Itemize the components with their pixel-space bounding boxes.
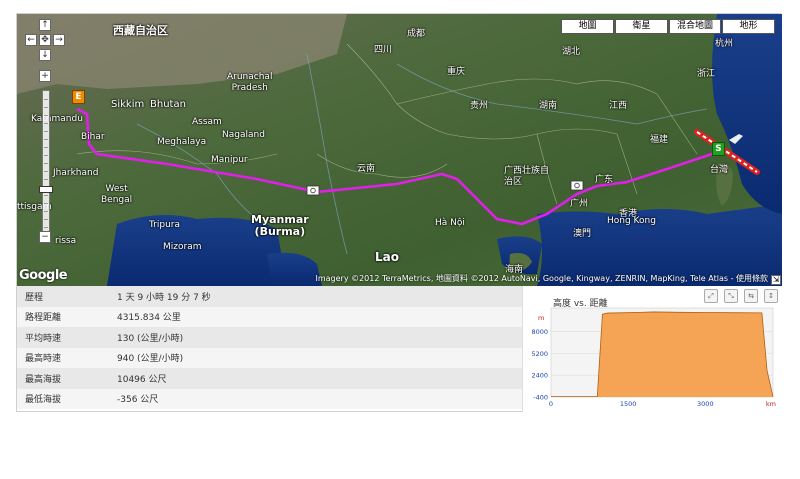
camera-marker[interactable] (306, 185, 320, 196)
stat-value: 130 (公里/小時) (117, 333, 184, 344)
map-attribution[interactable]: Imagery ©2012 TerraMetrics, 地圖資料 ©2012 A… (315, 273, 768, 284)
stat-value: 10496 公尺 (117, 374, 167, 385)
stat-label: 路程距離 (25, 313, 62, 324)
route-panel: 西藏自治区 四川 成都 重庆 贵州 湖南 湖北 江西 浙江 福建 广东 广西壮族… (16, 13, 782, 412)
elevation-chart-panel: 高度 vs. 距離 ⤢ ⤡ ⇆ ↕ -400 2400 5200 8000 0 1500 3… (522, 286, 781, 412)
stat-value: 4315.834 公里 (117, 313, 181, 324)
trip-stats-table: 歷程 1 天 9 小時 19 分 7 秒 路程距離 4315.834 公里 平均… (17, 286, 522, 411)
map-type-satellite-button[interactable]: 衛星 (615, 19, 668, 34)
y-tick-label: 2400 (531, 372, 548, 380)
map-type-hybrid-button[interactable]: 混合地圖 (669, 19, 721, 34)
elevation-chart[interactable]: -400 2400 5200 8000 0 1500 3000 m km (523, 286, 782, 412)
stat-row-distance: 路程距離 4315.834 公里 (17, 306, 522, 327)
stat-row-max-speed: 最高時速 940 (公里/小時) (17, 347, 522, 368)
stat-label: 平均時速 (25, 333, 62, 344)
zoom-slider[interactable] (39, 90, 53, 238)
map-terrain (17, 14, 782, 286)
x-axis-unit: km (766, 400, 776, 408)
stat-value: 1 天 9 小時 19 分 7 秒 (117, 292, 211, 303)
stat-row-min-altitude: 最低海拔 -356 公尺 (17, 388, 522, 409)
map-type-switcher: 地圖 衛星 混合地圖 地形 (561, 19, 775, 34)
stat-row-max-altitude: 最高海拔 10496 公尺 (17, 368, 522, 389)
pan-center-button[interactable]: ✥ (39, 34, 51, 46)
start-marker[interactable]: S (712, 142, 725, 156)
resize-icon[interactable]: ⇲ (771, 275, 781, 285)
stat-label: 最高時速 (25, 354, 62, 365)
google-logo: Google (19, 268, 68, 283)
stat-value: 940 (公里/小時) (117, 354, 184, 365)
pan-up-button[interactable]: ↑ (39, 19, 51, 31)
map-type-terrain-button[interactable]: 地形 (722, 19, 775, 34)
y-tick-label: 8000 (531, 328, 548, 336)
pan-down-button[interactable]: ↓ (39, 49, 51, 61)
x-tick-label: 3000 (697, 400, 714, 408)
y-axis-unit: m (538, 314, 544, 322)
x-tick-label: 1500 (620, 400, 637, 408)
stat-label: 最高海拔 (25, 374, 62, 385)
zoom-out-button[interactable]: − (39, 231, 51, 243)
map-type-map-button[interactable]: 地圖 (561, 19, 614, 34)
zoom-in-button[interactable]: + (39, 70, 51, 82)
camera-marker[interactable] (570, 180, 584, 191)
zoom-slider-thumb[interactable] (39, 186, 53, 193)
y-tick-label: 5200 (531, 350, 548, 358)
stat-row-duration: 歷程 1 天 9 小時 19 分 7 秒 (17, 286, 522, 307)
pan-left-button[interactable]: ← (25, 34, 37, 46)
pan-right-button[interactable]: → (53, 34, 65, 46)
stat-label: 歷程 (25, 292, 44, 303)
x-tick-label: 0 (549, 400, 553, 408)
stat-value: -356 公尺 (117, 395, 159, 406)
y-tick-label: -400 (533, 394, 548, 402)
stat-row-avg-speed: 平均時速 130 (公里/小時) (17, 327, 522, 348)
map-view[interactable]: 西藏自治区 四川 成都 重庆 贵州 湖南 湖北 江西 浙江 福建 广东 广西壮族… (17, 14, 782, 286)
stat-label: 最低海拔 (25, 395, 62, 406)
end-marker[interactable]: E (72, 90, 85, 104)
